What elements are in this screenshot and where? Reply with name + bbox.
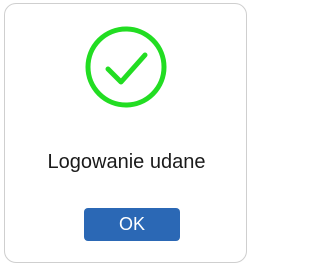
checkmark-circle-icon [85,26,167,108]
success-dialog: Logowanie udane OK [4,3,247,263]
ok-button[interactable]: OK [84,208,180,241]
success-message: Logowanie udane [47,151,206,173]
